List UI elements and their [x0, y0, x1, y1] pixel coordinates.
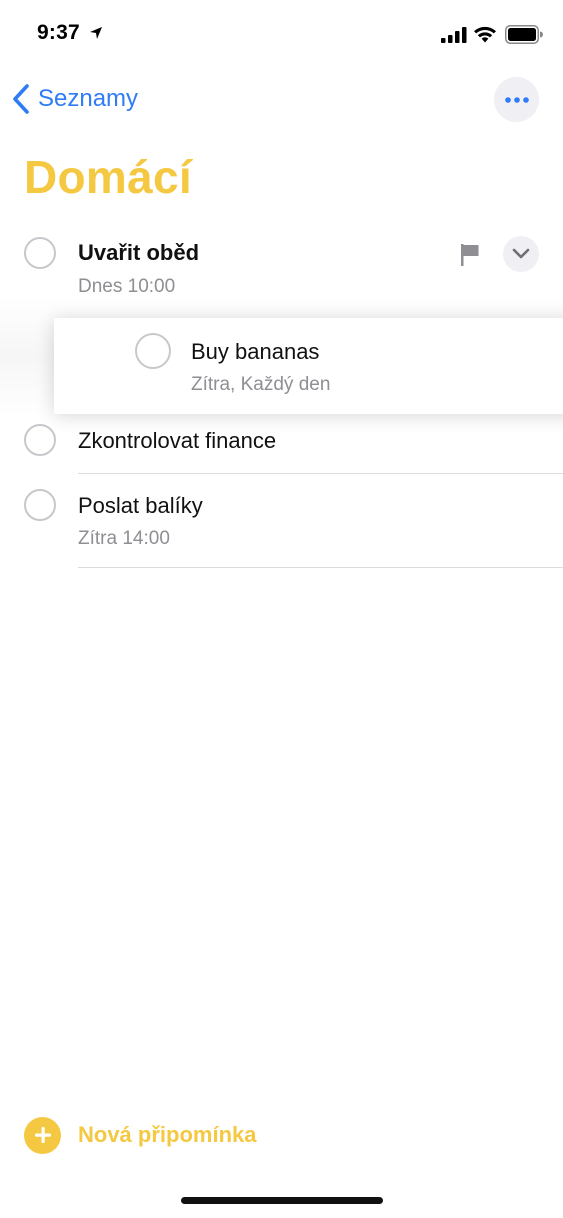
location-arrow-icon: [90, 27, 102, 39]
row-divider: [78, 473, 563, 474]
reminder-title[interactable]: Buy bananas: [191, 339, 319, 365]
new-reminder-label: Nová připomínka: [78, 1122, 257, 1147]
row-divider: [78, 567, 563, 568]
new-reminder-button[interactable]: Nová připomínka: [24, 1116, 256, 1154]
back-button[interactable]: Seznamy: [11, 80, 138, 118]
reminder-due: Dnes 10:00: [78, 276, 176, 297]
ellipsis-icon: [504, 96, 529, 103]
page-title: Domácí: [24, 151, 192, 203]
reminder-due: Zítra, Každý den: [191, 374, 331, 395]
cellular-signal-icon: [441, 27, 467, 43]
reminders-screen: 9:37 Seznamy Domácí Uvařit oběd Dnes 10:…: [0, 0, 563, 1218]
reminder-checkbox[interactable]: [24, 489, 56, 521]
plus-circle-icon: [24, 1116, 61, 1154]
dragged-reminder-card[interactable]: Buy bananas Zítra, Každý den: [54, 318, 563, 414]
reminder-due: Zítra 14:00: [78, 528, 170, 549]
reminder-checkbox[interactable]: [135, 333, 171, 369]
chevron-left-icon: [13, 84, 29, 114]
battery-icon: [505, 25, 543, 44]
home-indicator[interactable]: [181, 1197, 383, 1204]
status-time: 9:37: [37, 21, 80, 44]
reminder-checkbox[interactable]: [24, 237, 56, 269]
flag-icon[interactable]: [459, 243, 481, 267]
reminder-title[interactable]: Uvařit oběd: [78, 240, 199, 266]
back-button-label: Seznamy: [38, 85, 139, 112]
reminder-checkbox[interactable]: [24, 424, 56, 456]
reminder-title[interactable]: Zkontrolovat finance: [78, 428, 276, 454]
wifi-icon: [474, 26, 496, 43]
chevron-down-icon: [512, 248, 530, 259]
reminder-title[interactable]: Poslat balíky: [78, 493, 203, 519]
more-options-button[interactable]: [494, 77, 539, 122]
expand-subtasks-button[interactable]: [503, 236, 539, 272]
